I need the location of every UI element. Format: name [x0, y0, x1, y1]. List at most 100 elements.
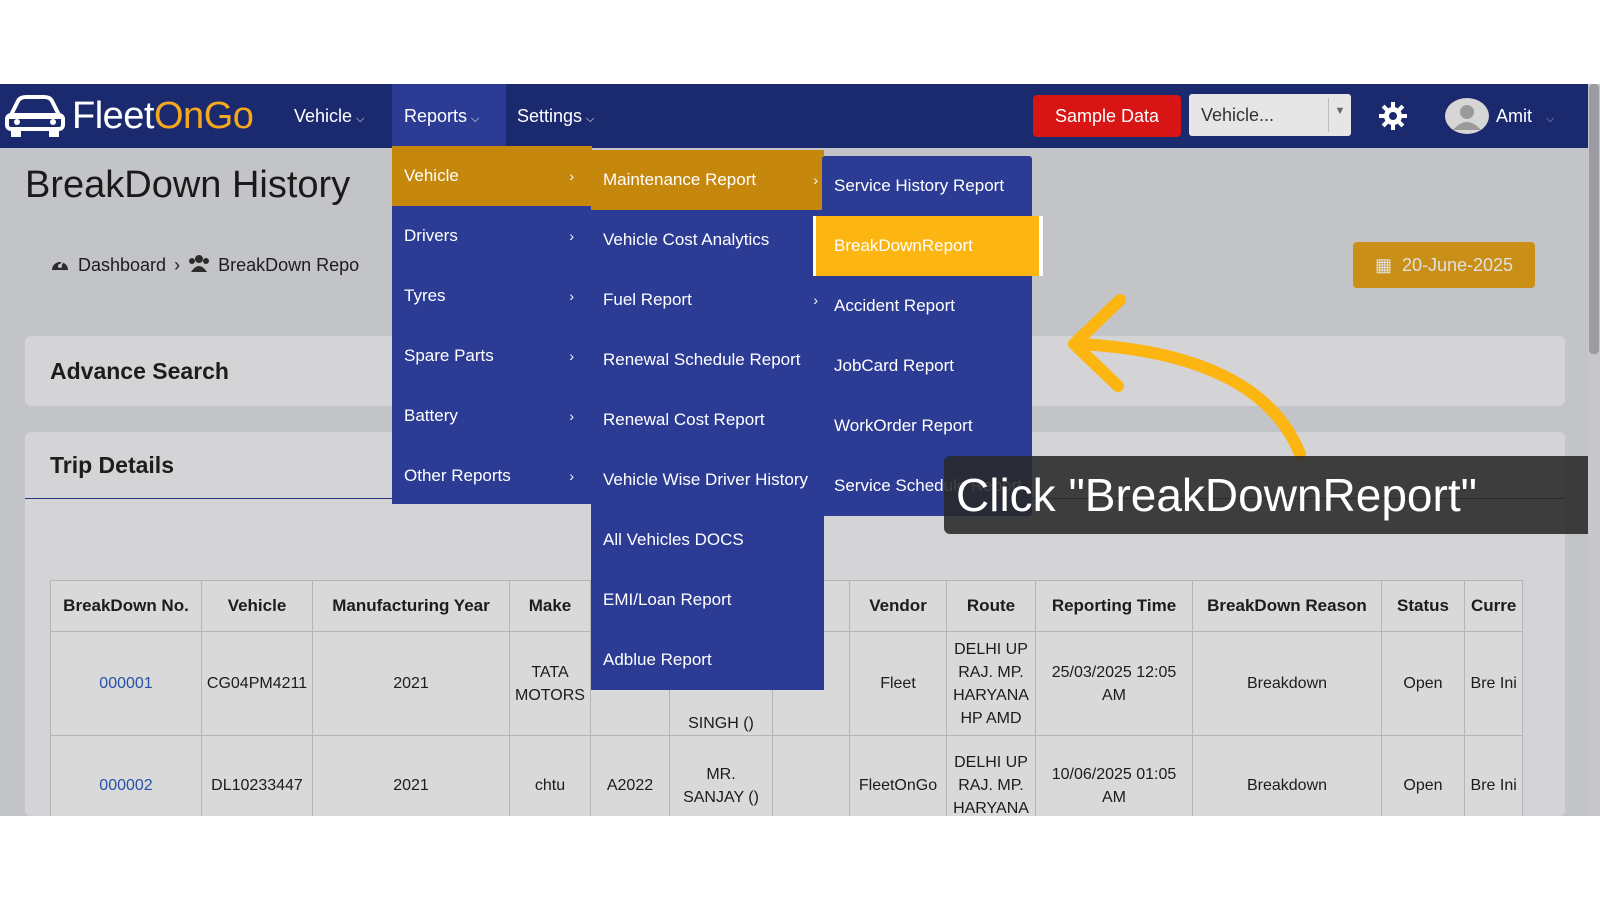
- menu-item-drivers[interactable]: Drivers ›: [392, 206, 592, 266]
- col-header: BreakDown Reason: [1192, 580, 1382, 632]
- chevron-right-icon: ›: [569, 228, 574, 244]
- table-cell: DELHI UP RAJ. MP. HARYANA HP AMD: [946, 631, 1036, 736]
- menu-item-all-vehicles-docs[interactable]: All Vehicles DOCS: [591, 510, 824, 570]
- chevron-right-icon: ›: [569, 168, 574, 184]
- menu-label: Renewal Cost Report: [603, 410, 765, 429]
- menu-item-battery[interactable]: Battery ›: [392, 386, 592, 446]
- date-button[interactable]: ▦ 20-June-2025: [1353, 242, 1535, 288]
- car-logo-icon: [5, 95, 65, 137]
- chevron-down-icon: ⌵: [356, 113, 365, 125]
- table-cell: 25/03/2025 12:05 AM: [1035, 631, 1193, 736]
- sample-data-button[interactable]: Sample Data: [1033, 95, 1181, 137]
- menu-label: Battery: [404, 406, 458, 425]
- advance-search-title: Advance Search: [50, 358, 229, 384]
- menu-label: JobCard Report: [834, 356, 955, 375]
- table-cell: Breakdown: [1192, 631, 1382, 736]
- col-header: Vehicle: [201, 580, 313, 632]
- table-cell: chtu: [509, 735, 591, 816]
- menu-label: WorkOrder Report: [834, 416, 973, 435]
- menu-label: Service History Report: [834, 176, 1005, 195]
- chevron-right-icon: ›: [813, 172, 818, 188]
- menu-label: All Vehicles DOCS: [603, 530, 744, 549]
- menu-label: Spare Parts: [404, 346, 494, 365]
- menu-label: BreakDownReport: [834, 236, 973, 255]
- brand-logo[interactable]: FleetOnGo: [4, 92, 254, 140]
- avatar[interactable]: [1445, 98, 1489, 134]
- menu-item-service-history-report[interactable]: Service History Report: [822, 156, 1032, 216]
- table-cell: TATA MOTORS: [509, 631, 591, 736]
- user-name: Amit: [1496, 106, 1532, 126]
- menu-label: Vehicle Wise Driver History: [603, 470, 808, 489]
- breadcrumb-current: BreakDown Repo: [218, 255, 360, 275]
- app-screenshot: BreakDown History Dashboard › BreakDown …: [0, 84, 1600, 816]
- menu-item-renewal-cost-report[interactable]: Renewal Cost Report: [591, 390, 824, 450]
- menu-label: Renewal Schedule Report: [603, 350, 801, 369]
- menu-item-emi-loan-report[interactable]: EMI/Loan Report: [591, 570, 824, 630]
- nav-settings[interactable]: Settings ⌵: [505, 84, 606, 148]
- col-header: Make: [509, 580, 591, 632]
- menu-item-renewal-schedule-report[interactable]: Renewal Schedule Report: [591, 330, 824, 390]
- table-cell: Open: [1381, 631, 1465, 736]
- brand-name-part: Go: [203, 94, 254, 137]
- menu-label: Adblue Report: [603, 650, 712, 669]
- menu-label: Tyres: [404, 286, 446, 305]
- menu-item-vehicle-cost-analytics[interactable]: Vehicle Cost Analytics›: [591, 210, 824, 270]
- scrollbar-thumb[interactable]: [1589, 84, 1599, 354]
- brand-name: FleetOnGo: [72, 94, 254, 138]
- gear-icon[interactable]: [1379, 102, 1407, 130]
- col-header: Manufacturing Year: [312, 580, 510, 632]
- menu-item-adblue-report[interactable]: Adblue Report: [591, 630, 824, 690]
- menu-item-breakdown-report[interactable]: BreakDownReport: [813, 216, 1043, 276]
- col-header: Reporting Time: [1035, 580, 1193, 632]
- page-title: BreakDown History: [25, 164, 351, 206]
- breakdown-no-link[interactable]: 000002: [50, 735, 202, 816]
- vehicle-select-value: Vehicle...: [1201, 105, 1275, 125]
- nav-vehicle-label: Vehicle: [294, 106, 353, 126]
- chevron-down-icon: ⌵: [471, 113, 480, 125]
- table-cell: Fleet: [849, 631, 947, 736]
- menu-item-vehicle-wise-driver-history[interactable]: Vehicle Wise Driver History: [591, 450, 824, 510]
- table-cell: 2021: [312, 735, 510, 816]
- table-cell: DL10233447: [201, 735, 313, 816]
- menu-item-fuel-report[interactable]: Fuel Report ›: [591, 270, 824, 330]
- table-cell: FleetOnGo: [849, 735, 947, 816]
- table-cell: 10/06/2025 01:05 AM: [1035, 735, 1193, 816]
- nav-vehicle[interactable]: Vehicle ⌵: [282, 84, 376, 148]
- menu-item-workorder-report[interactable]: WorkOrder Report: [822, 396, 1032, 456]
- breakdown-no-link[interactable]: 000001: [50, 631, 202, 736]
- menu-item-tyres[interactable]: Tyres ›: [392, 266, 592, 326]
- menu-label: Other Reports: [404, 466, 511, 485]
- table-cell: Bre Ini: [1463, 631, 1524, 736]
- instruction-callout: Click "BreakDownReport": [944, 456, 1600, 534]
- nav-settings-label: Settings: [517, 106, 583, 126]
- vehicle-select[interactable]: Vehicle... ▼: [1189, 94, 1351, 136]
- brand-name-part: Fleet: [72, 94, 154, 137]
- menu-item-maintenance-report[interactable]: Maintenance Report ›: [591, 150, 824, 210]
- date-label: 20-June-2025: [1401, 255, 1514, 275]
- menu-item-vehicle[interactable]: Vehicle ›: [392, 146, 592, 206]
- table-row: 000002 DL10233447 2021 chtu A2022 MR. SA…: [50, 735, 1524, 816]
- brand-name-part: On: [153, 94, 204, 137]
- breadcrumb-dashboard-link[interactable]: Dashboard: [78, 255, 166, 276]
- menu-item-spare-parts[interactable]: Spare Parts ›: [392, 326, 592, 386]
- dropdown-arrow-icon: ▼: [1328, 98, 1351, 132]
- menu-label: Fuel Report: [603, 290, 692, 309]
- user-menu[interactable]: Amit ⌵: [1496, 84, 1554, 148]
- dashboard-icon: [50, 254, 70, 277]
- reports-submenu: Vehicle › Drivers › Tyres › Spare Parts › Ba…: [392, 146, 592, 504]
- table-cell: 2021: [312, 631, 510, 736]
- menu-item-accident-report[interactable]: Accident Report: [822, 276, 1032, 336]
- menu-item-jobcard-report[interactable]: JobCard Report: [822, 336, 1032, 396]
- chevron-right-icon: ›: [569, 288, 574, 304]
- nav-reports-label: Reports: [404, 106, 468, 126]
- table-cell: DELHI UP RAJ. MP. HARYANA: [946, 735, 1036, 816]
- nav-reports[interactable]: Reports ⌵: [392, 84, 506, 148]
- chevron-right-icon: ›: [813, 292, 818, 308]
- menu-label: Drivers: [404, 226, 458, 245]
- menu-label: Accident Report: [834, 296, 955, 315]
- menu-item-other-reports[interactable]: Other Reports ›: [392, 446, 592, 506]
- chevron-down-icon: ⌵: [586, 113, 595, 125]
- chevron-right-icon: ›: [569, 408, 574, 424]
- table-cell: Bre Ini: [1463, 735, 1524, 816]
- menu-label: Maintenance Report: [603, 170, 757, 189]
